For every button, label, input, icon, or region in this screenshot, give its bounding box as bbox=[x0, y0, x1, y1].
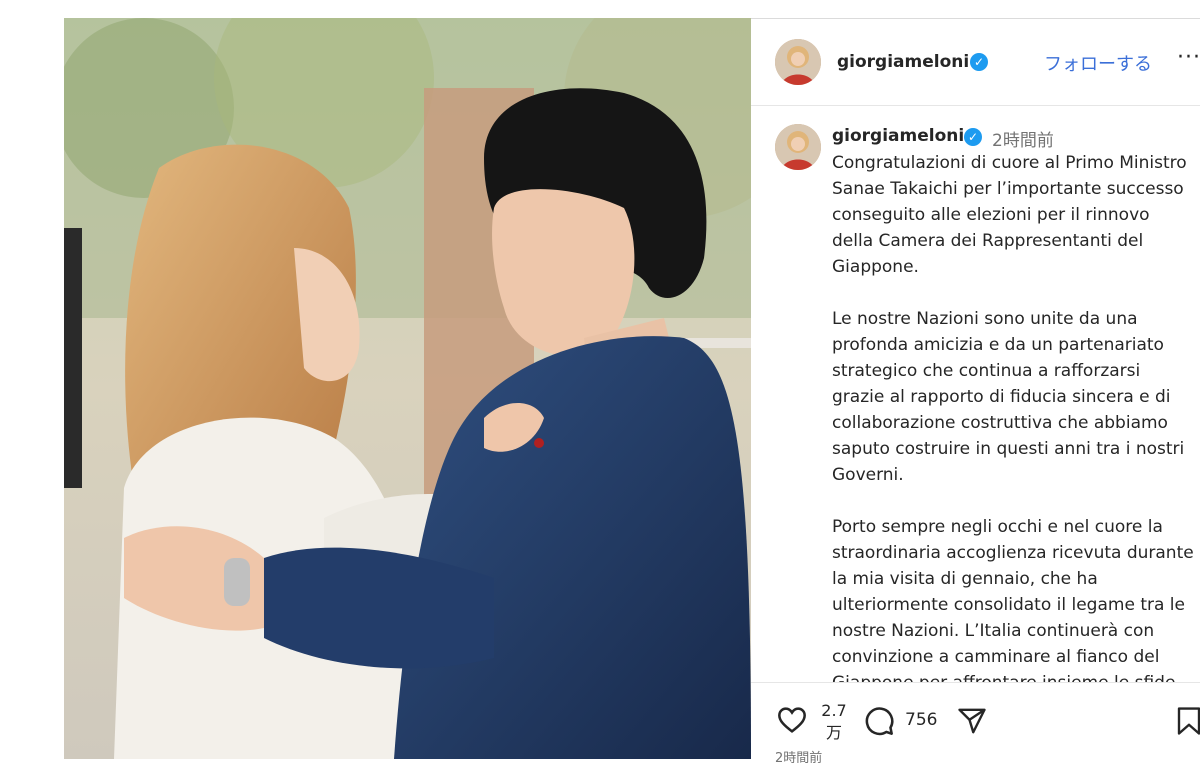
comments-count[interactable]: 756 bbox=[905, 710, 937, 730]
heart-icon[interactable] bbox=[775, 704, 809, 736]
verified-badge-icon: ✓ bbox=[970, 53, 988, 71]
photo-illustration bbox=[64, 18, 751, 759]
avatar-image bbox=[775, 39, 821, 85]
share-icon[interactable] bbox=[956, 706, 988, 736]
caption-username[interactable]: giorgiameloni bbox=[832, 126, 964, 146]
caption-paragraph: Porto sempre negli occhi e nel cuore la … bbox=[832, 517, 1194, 682]
post-side-panel: giorgiameloni ✓ フォローする ··· giorgiameloni… bbox=[751, 18, 1200, 766]
bookmark-icon[interactable] bbox=[1176, 706, 1200, 736]
post-time[interactable]: 2時間前 bbox=[992, 126, 1054, 151]
caption-section: giorgiameloni ✓ 2時間前 Congratulazioni di … bbox=[751, 105, 1200, 682]
more-options-icon[interactable]: ··· bbox=[1177, 45, 1200, 70]
caption-text: Congratulazioni di cuore al Primo Minist… bbox=[832, 150, 1194, 682]
instagram-post-page: giorgiameloni ✓ フォローする ··· giorgiameloni… bbox=[0, 0, 1200, 766]
avatar-image bbox=[775, 124, 821, 170]
likes-unit: 万 bbox=[825, 723, 842, 742]
username[interactable]: giorgiameloni bbox=[837, 52, 969, 72]
caption-avatar[interactable] bbox=[775, 124, 821, 170]
caption-paragraph: Le nostre Nazioni sono unite da una prof… bbox=[832, 309, 1185, 485]
avatar[interactable] bbox=[775, 39, 821, 85]
verified-badge-icon: ✓ bbox=[964, 128, 982, 146]
caption-paragraph: Congratulazioni di cuore al Primo Minist… bbox=[832, 153, 1187, 277]
likes-count[interactable]: 2.7 万 bbox=[819, 700, 849, 744]
likes-value: 2.7 bbox=[821, 701, 847, 720]
comment-icon[interactable] bbox=[863, 705, 895, 737]
posted-time: 2時間前 bbox=[775, 751, 823, 766]
post-header: giorgiameloni ✓ フォローする ··· bbox=[751, 19, 1200, 106]
follow-button[interactable]: フォローする bbox=[1044, 50, 1152, 76]
action-bar: 2.7 万 756 2時間前 bbox=[751, 682, 1200, 766]
post-photo[interactable] bbox=[64, 18, 751, 759]
